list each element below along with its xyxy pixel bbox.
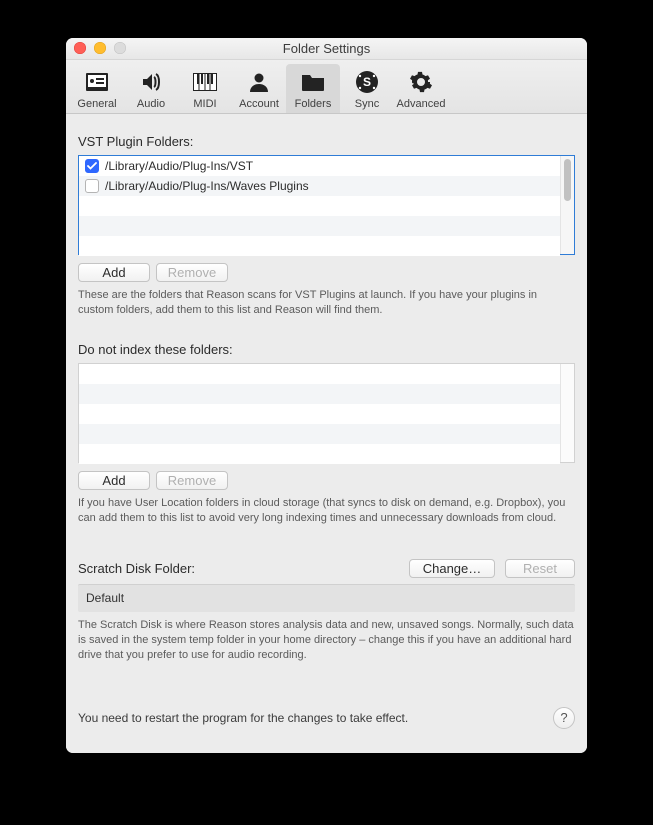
list-item [79, 364, 560, 384]
toolbar: General Audio MIDI Account Folders [66, 60, 587, 114]
tab-advanced[interactable]: Advanced [394, 64, 448, 113]
tab-label: General [77, 98, 116, 110]
scrollbar[interactable] [560, 156, 574, 254]
tab-account[interactable]: Account [232, 64, 286, 113]
content-area: VST Plugin Folders: /Library/Audio/Plug-… [66, 114, 587, 753]
scratch-current-folder: Default [78, 584, 575, 612]
list-item[interactable]: /Library/Audio/Plug-Ins/Waves Plugins [79, 176, 560, 196]
folder-path: /Library/Audio/Plug-Ins/VST [105, 159, 253, 173]
list-item [79, 424, 560, 444]
preferences-window: Folder Settings General Audio MIDI Acc [66, 38, 587, 753]
scratch-section-label: Scratch Disk Folder: [78, 561, 399, 576]
folder-path: /Library/Audio/Plug-Ins/Waves Plugins [105, 179, 309, 193]
scratch-reset-button: Reset [505, 559, 575, 578]
list-item [79, 216, 560, 236]
zoom-window-button [114, 42, 126, 54]
minimize-window-button[interactable] [94, 42, 106, 54]
traffic-lights [74, 42, 126, 54]
tab-label: MIDI [193, 98, 216, 110]
tab-label: Sync [355, 98, 379, 110]
checkbox[interactable] [85, 159, 99, 173]
list-item [79, 404, 560, 424]
list-item [79, 196, 560, 216]
tab-folders[interactable]: Folders [286, 64, 340, 113]
general-icon [83, 69, 111, 95]
scratch-hint: The Scratch Disk is where Reason stores … [78, 618, 575, 663]
tab-sync[interactable]: S Sync [340, 64, 394, 113]
vst-hint: These are the folders that Reason scans … [78, 288, 575, 318]
titlebar: Folder Settings [66, 38, 587, 60]
sync-icon: S [353, 69, 381, 95]
close-window-button[interactable] [74, 42, 86, 54]
gear-icon [407, 69, 435, 95]
list-item [79, 384, 560, 404]
tab-label: Audio [137, 98, 165, 110]
window-title: Folder Settings [283, 41, 370, 56]
list-item[interactable]: /Library/Audio/Plug-Ins/VST [79, 156, 560, 176]
restart-message: You need to restart the program for the … [78, 711, 553, 725]
scratch-change-button[interactable]: Change… [409, 559, 495, 578]
speaker-icon [137, 69, 165, 95]
tab-audio[interactable]: Audio [124, 64, 178, 113]
vst-add-button[interactable]: Add [78, 263, 150, 282]
vst-remove-button: Remove [156, 263, 228, 282]
noindex-remove-button: Remove [156, 471, 228, 490]
noindex-section-label: Do not index these folders: [78, 342, 575, 357]
list-item [79, 444, 560, 464]
noindex-add-button[interactable]: Add [78, 471, 150, 490]
help-button[interactable]: ? [553, 707, 575, 729]
noindex-hint: If you have User Location folders in clo… [78, 496, 575, 526]
vst-section-label: VST Plugin Folders: [78, 134, 575, 149]
tab-label: Folders [295, 98, 332, 110]
checkbox[interactable] [85, 179, 99, 193]
scrollbar[interactable] [560, 364, 574, 462]
vst-folder-list[interactable]: /Library/Audio/Plug-Ins/VST /Library/Aud… [78, 155, 575, 255]
scrollbar-thumb[interactable] [564, 159, 571, 201]
tab-label: Advanced [397, 98, 446, 110]
list-item [79, 236, 560, 256]
piano-keys-icon [191, 69, 219, 95]
tab-label: Account [239, 98, 279, 110]
svg-text:S: S [363, 75, 371, 89]
noindex-folder-list[interactable] [78, 363, 575, 463]
tab-midi[interactable]: MIDI [178, 64, 232, 113]
tab-general[interactable]: General [70, 64, 124, 113]
user-icon [245, 69, 273, 95]
folder-icon [299, 69, 327, 95]
